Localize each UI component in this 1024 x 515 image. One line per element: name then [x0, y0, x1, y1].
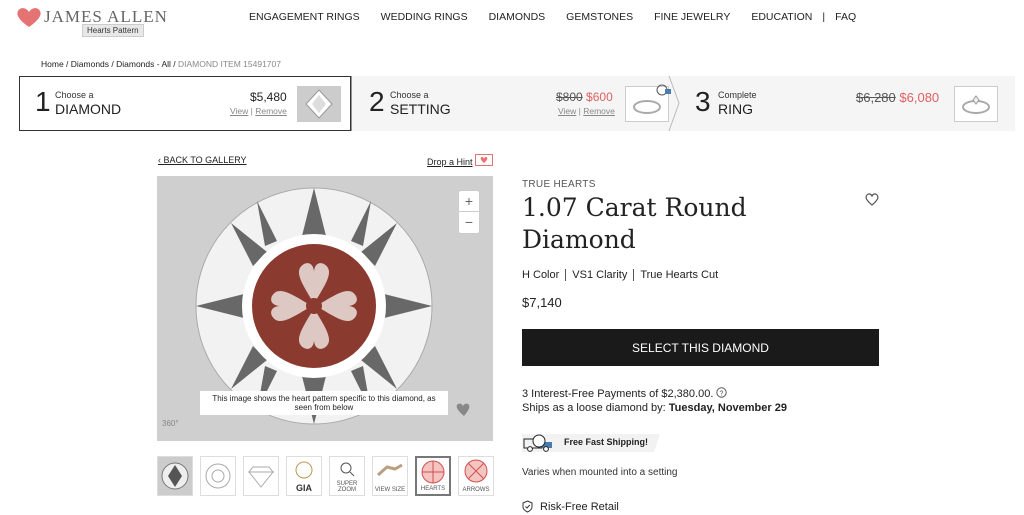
diamond-photo-icon	[161, 462, 189, 490]
envelope-heart-icon[interactable]	[475, 154, 493, 166]
step3-price: $6,280 $6,080	[856, 90, 939, 105]
step1-links: View | Remove	[230, 106, 287, 116]
image-caption: This image shows the heart pattern speci…	[200, 391, 448, 415]
step2-price: $800 $600	[556, 90, 613, 104]
thumb-gia-certificate[interactable]: GIA	[286, 456, 322, 496]
tooltip: Hearts Pattern	[82, 24, 144, 37]
spec-clarity: VS1 Clarity	[565, 269, 633, 281]
step1-price: $5,480	[250, 90, 287, 104]
magnifier-icon	[340, 462, 355, 477]
step3-small: Complete	[718, 90, 757, 100]
favorite-heart-icon[interactable]	[864, 192, 880, 206]
thumb-super-zoom[interactable]: SUPER ZOOM	[329, 456, 365, 496]
payment-info: 3 Interest-Free Payments of $2,380.00. ?	[522, 387, 728, 400]
step2-number: 2	[369, 86, 385, 117]
drop-a-hint-link[interactable]: Drop a Hint	[427, 157, 473, 167]
zoom-out-button[interactable]: −	[459, 211, 479, 232]
diamond-thumb-icon	[305, 89, 333, 119]
step3-old-price: $6,280	[856, 90, 896, 105]
thumb-diamond-photo[interactable]	[157, 456, 193, 496]
heart-logo-icon	[17, 8, 41, 27]
nav-fine-jewelry[interactable]: FINE JEWELRY	[654, 11, 730, 23]
select-diamond-button[interactable]: SELECT THIS DIAMOND	[522, 329, 879, 366]
main-nav: ENGAGEMENT RINGS WEDDING RINGS DIAMONDS …	[249, 11, 877, 23]
breadcrumb-path[interactable]: Home / Diamonds / Diamonds - All /	[41, 59, 178, 69]
step2-small: Choose a	[390, 90, 429, 100]
back-to-gallery-label: BACK TO GALLERY	[163, 155, 247, 165]
step2-old-price: $800	[556, 90, 583, 104]
zoom-in-button[interactable]: +	[459, 191, 479, 211]
breadcrumb: Home / Diamonds / Diamonds - All / DIAMO…	[41, 59, 281, 69]
ship-date-value: Tuesday, November 29	[668, 402, 787, 414]
gallery-thumbnails: GIA SUPER ZOOM VIEW SIZE HEARTS ARROWS	[157, 456, 501, 496]
thumb-gia-label: GIA	[295, 483, 312, 493]
diamond-top-icon	[205, 463, 231, 489]
spec-color: H Color	[522, 269, 560, 281]
thumb-diamond-top[interactable]	[200, 456, 236, 496]
thumb-view-size-label: VIEW SIZE	[374, 487, 406, 493]
thumb-arrows-label: ARROWS	[462, 487, 490, 493]
svg-text:?: ?	[720, 390, 724, 397]
brand-label: TRUE HEARTS	[522, 179, 596, 190]
thumb-view-size[interactable]: VIEW SIZE	[372, 456, 408, 496]
hearts-pattern-icon	[421, 460, 445, 484]
view-360-icon[interactable]: 360°	[162, 419, 179, 428]
product-price: $7,140	[522, 295, 562, 310]
nav-engagement-rings[interactable]: ENGAGEMENT RINGS	[249, 11, 360, 23]
payment-text: 3 Interest-Free Payments of $2,380.00.	[522, 388, 714, 400]
step3-label: RING	[718, 101, 753, 117]
step2-label: SETTING	[390, 101, 451, 117]
step1-label: DIAMOND	[55, 101, 122, 117]
free-shipping-label: Free Fast Shipping!	[564, 437, 649, 447]
breadcrumb-current: DIAMOND ITEM 15491707	[178, 59, 281, 69]
nav-separator: |	[822, 11, 826, 23]
gia-seal-icon	[295, 461, 313, 479]
nav-wedding-rings[interactable]: WEDDING RINGS	[381, 11, 468, 23]
step1-view-link[interactable]: View	[230, 106, 248, 116]
ring-thumb-icon	[962, 95, 990, 114]
diamond-side-icon	[247, 466, 275, 488]
nav-education[interactable]: EDUCATION	[751, 11, 812, 23]
build-steps: 1 Choose a DIAMOND $5,480 View | Remove …	[19, 76, 1015, 131]
thumb-arrows[interactable]: ARROWS	[458, 456, 494, 496]
spec-cut: True Hearts Cut	[633, 269, 724, 281]
step3-new-price: $6,080	[899, 90, 940, 105]
thumb-hearts[interactable]: HEARTS	[415, 456, 451, 496]
back-to-gallery-link[interactable]: ‹ BACK TO GALLERY	[158, 155, 247, 165]
nav-diamonds[interactable]: DIAMONDS	[489, 11, 546, 23]
step1-diamond-thumb	[297, 86, 341, 122]
product-title: 1.07 Carat Round Diamond	[522, 193, 747, 254]
zoom-controls: + −	[458, 190, 480, 234]
step2-remove-link[interactable]: Remove	[583, 106, 615, 116]
step1-number: 1	[35, 86, 51, 117]
varies-note: Varies when mounted into a setting	[522, 467, 678, 478]
step3-number: 3	[695, 86, 711, 117]
thumb-super-zoom-label: SUPER ZOOM	[336, 481, 358, 493]
step1-remove-link[interactable]: Remove	[255, 106, 287, 116]
thumb-hearts-label: HEARTS	[420, 486, 446, 492]
diamond-specs: H Color VS1 Clarity True Hearts Cut	[522, 269, 724, 281]
ship-date: Ships as a loose diamond by: Tuesday, No…	[522, 402, 787, 414]
step2-new-price: $600	[586, 90, 613, 104]
ship-date-prefix: Ships as a loose diamond by:	[522, 402, 669, 414]
arrows-pattern-icon	[464, 459, 488, 483]
thumb-diamond-side[interactable]	[243, 456, 279, 496]
shield-check-icon	[522, 500, 533, 513]
hand-icon	[377, 463, 403, 477]
nav-faq[interactable]: FAQ	[835, 11, 856, 23]
step2-links: View | Remove	[558, 106, 615, 116]
nav-gemstones[interactable]: GEMSTONES	[566, 11, 633, 23]
step3-ring-thumb	[954, 86, 998, 122]
step2-view-link[interactable]: View	[558, 106, 576, 116]
risk-free-retail[interactable]: Risk-Free Retail	[540, 501, 619, 513]
info-icon[interactable]: ?	[716, 387, 728, 398]
setting-badge-icon	[656, 84, 671, 96]
step1-small: Choose a	[55, 90, 94, 100]
